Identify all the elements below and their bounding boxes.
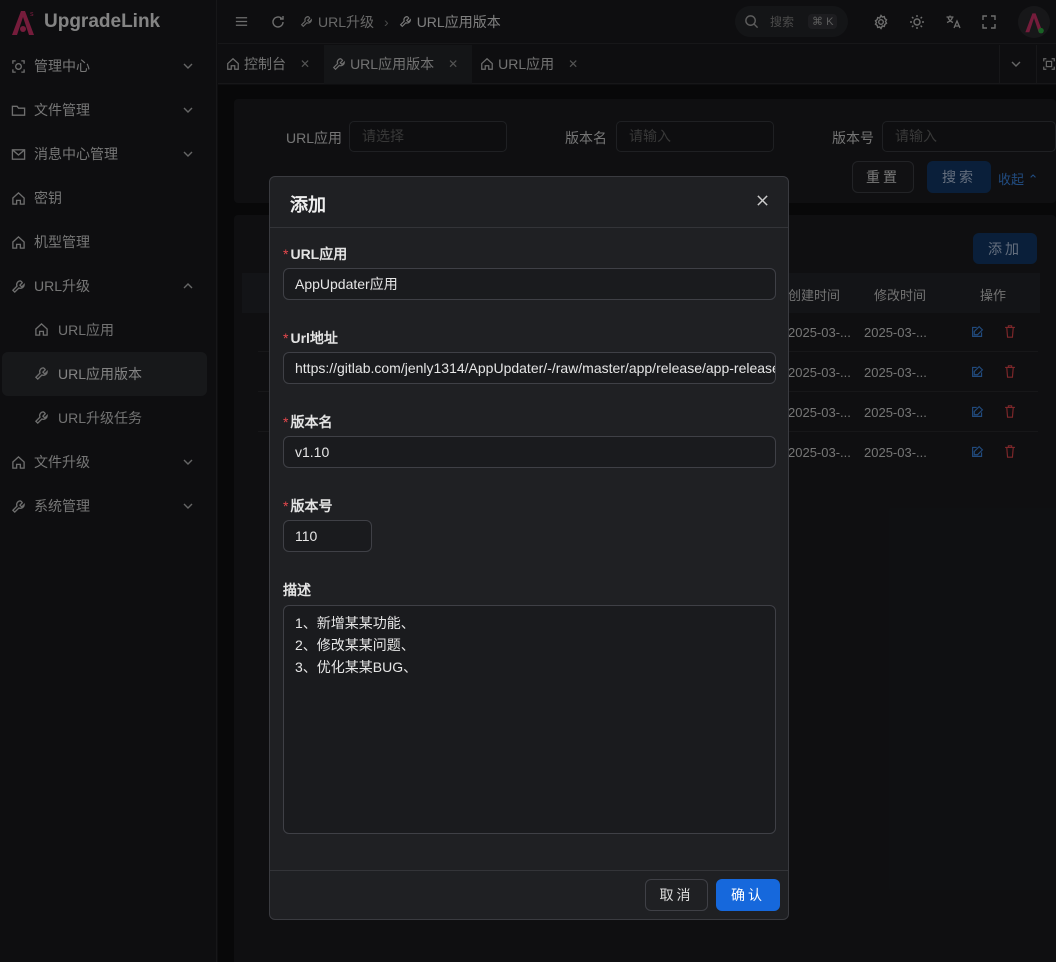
- close-icon[interactable]: [756, 194, 770, 208]
- field-label-version-code: * 版本号: [283, 498, 333, 514]
- field-label-version-name: * 版本名: [283, 414, 333, 430]
- version-code-input[interactable]: 110: [283, 520, 372, 552]
- description-line: 2、修改某某问题、: [295, 637, 415, 653]
- description-line: 3、优化某某BUG、: [295, 659, 418, 675]
- dialog-title: 添加: [290, 195, 326, 215]
- dialog-footer-divider: [270, 870, 788, 871]
- description-line: 1、新增某某功能、: [295, 615, 415, 631]
- url-input[interactable]: https://gitlab.com/jenly1314/AppUpdater/…: [283, 352, 776, 384]
- field-label-url: * Url地址: [283, 330, 338, 346]
- add-dialog: 添加 * URL应用 AppUpdater应用 * Url地址 https://gi…: [269, 176, 789, 920]
- version-name-input[interactable]: v1.10: [283, 436, 776, 468]
- cancel-button[interactable]: 取消: [645, 879, 708, 911]
- dialog-header-divider: [270, 227, 788, 228]
- description-textarea[interactable]: 1、新增某某功能、 2、修改某某问题、 3、优化某某BUG、: [283, 605, 776, 834]
- confirm-button[interactable]: 确认: [716, 879, 780, 911]
- field-label-description: 描述: [283, 582, 311, 598]
- field-label-app: * URL应用: [283, 246, 348, 262]
- app-select[interactable]: AppUpdater应用: [283, 268, 776, 300]
